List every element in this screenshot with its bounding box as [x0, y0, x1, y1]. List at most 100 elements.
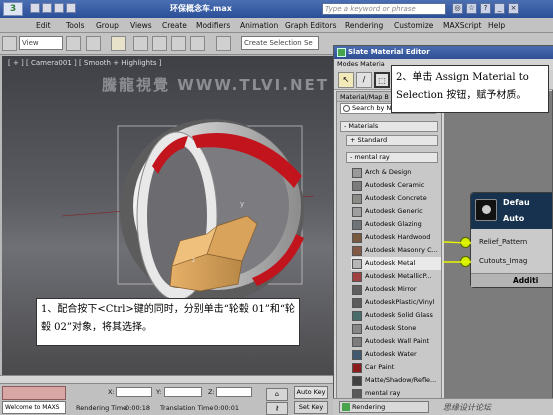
- material-item[interactable]: Autodesk Ceramic: [351, 179, 441, 192]
- menu-animation[interactable]: Animation: [240, 21, 278, 30]
- material-swatch-icon: [352, 363, 362, 373]
- close-icon[interactable]: ×: [508, 3, 519, 14]
- help-icon[interactable]: ?: [480, 3, 491, 14]
- search-input[interactable]: Type a keyword or phrase: [322, 3, 446, 15]
- material-item[interactable]: AutodeskPlastic/Vinyl: [351, 296, 441, 309]
- quick-access-toolbar: [30, 3, 90, 15]
- menu-create[interactable]: Create: [162, 21, 187, 30]
- set-key-button[interactable]: Set Key: [294, 401, 328, 414]
- assign-material-to-selection-button[interactable]: ⬚: [374, 72, 390, 88]
- standard-group[interactable]: + Standard: [346, 135, 438, 146]
- slate-app-icon: [337, 48, 346, 57]
- menu-rendering[interactable]: Rendering: [345, 21, 383, 30]
- material-item[interactable]: Autodesk Concrete: [351, 192, 441, 205]
- y-coordinate-label: Y:: [156, 388, 162, 396]
- material-swatch-icon: [352, 285, 362, 295]
- lock-icon[interactable]: ⌂: [266, 388, 288, 401]
- minimize-icon[interactable]: _: [494, 3, 505, 14]
- material-item[interactable]: Autodesk Stone: [351, 322, 441, 335]
- material-item[interactable]: Matte/Shadow/Refle...: [351, 374, 441, 387]
- menu-group[interactable]: Group: [96, 21, 119, 30]
- material-swatch-icon: [352, 311, 362, 321]
- material-swatch-icon: [352, 233, 362, 243]
- material-item[interactable]: Car Paint: [351, 361, 441, 374]
- material-item-label: Autodesk Wall Paint: [365, 337, 430, 345]
- node-wires: [443, 241, 472, 263]
- named-selection-set-input[interactable]: Create Selection Se: [241, 36, 319, 50]
- undo-button[interactable]: [2, 36, 17, 51]
- material-swatch-icon: [352, 168, 362, 178]
- material-item[interactable]: Autodesk Metal: [351, 257, 441, 270]
- z-coordinate-field[interactable]: [216, 387, 252, 397]
- material-item-label: Arch & Design: [365, 168, 412, 176]
- menu-maxscript[interactable]: MAXScript: [443, 21, 482, 30]
- maxscript-listener-box[interactable]: [2, 386, 66, 400]
- timeline-track[interactable]: [0, 376, 333, 384]
- angle-snap-button[interactable]: [152, 36, 167, 51]
- material-item[interactable]: Autodesk Water: [351, 348, 441, 361]
- spinner-snap-button[interactable]: [190, 36, 205, 51]
- material-item[interactable]: Autodesk Solid Glass: [351, 309, 441, 322]
- slate-title: Slate Material Editor: [348, 48, 430, 56]
- material-item[interactable]: Autodesk Mirror: [351, 283, 441, 296]
- material-item[interactable]: Autodesk Glazing: [351, 218, 441, 231]
- edit-named-selection-button[interactable]: [216, 36, 231, 51]
- material-swatch-icon: [352, 259, 362, 269]
- app-logo-icon[interactable]: 3: [3, 2, 23, 16]
- star-icon[interactable]: ☆: [466, 3, 477, 14]
- materials-section[interactable]: - Materials: [340, 121, 438, 132]
- pivot-button[interactable]: [66, 36, 81, 51]
- y-coordinate-field[interactable]: [164, 387, 202, 397]
- svg-text:y: y: [240, 200, 244, 208]
- material-item-label: Car Paint: [365, 363, 395, 371]
- material-map-browser: Material/Map B Search by Na - Materials …: [336, 91, 442, 415]
- material-item[interactable]: Autodesk Hardwood: [351, 231, 441, 244]
- x-coordinate-field[interactable]: [116, 387, 152, 397]
- select-move-button[interactable]: [111, 36, 126, 51]
- auto-key-button[interactable]: Auto Key: [294, 386, 328, 399]
- material-item[interactable]: Autodesk Masonry C...: [351, 244, 441, 257]
- select-object-button[interactable]: [86, 36, 101, 51]
- svg-text:z: z: [192, 257, 195, 264]
- material-item-label: Autodesk Masonry C...: [365, 246, 438, 254]
- material-item-label: Autodesk Stone: [365, 324, 417, 332]
- menu-customize[interactable]: Customize: [394, 21, 433, 30]
- material-item[interactable]: Autodesk MetallicP...: [351, 270, 441, 283]
- pick-material-button[interactable]: /: [356, 72, 372, 88]
- menu-views[interactable]: Views: [130, 21, 152, 30]
- menu-modifiers[interactable]: Modifiers: [196, 21, 230, 30]
- menu-edit[interactable]: Edit: [36, 21, 51, 30]
- undo-icon[interactable]: [66, 3, 76, 13]
- open-file-icon[interactable]: [42, 3, 52, 13]
- menu-graph-editors[interactable]: Graph Editors: [285, 21, 337, 30]
- binoculars-icon[interactable]: ◎: [452, 3, 463, 14]
- material-item-label: Autodesk Solid Glass: [365, 311, 433, 319]
- x-coordinate-label: X:: [108, 388, 115, 396]
- title-controls: ◎ ☆? _ ×: [452, 3, 550, 15]
- status-bar: Welcome to MAXS X: Y: Z: Rendering Time …: [0, 375, 333, 415]
- reference-coordinate-select[interactable]: View: [19, 36, 63, 50]
- material-item[interactable]: Arch & Design: [351, 166, 441, 179]
- material-item[interactable]: Autodesk Wall Paint: [351, 335, 441, 348]
- material-item-label: Autodesk Generic: [365, 207, 423, 215]
- rendering-time-value: 0:00:18: [125, 404, 151, 412]
- material-swatch-icon: [352, 350, 362, 360]
- rendering-task-button[interactable]: Rendering: [339, 401, 429, 413]
- material-item[interactable]: Autodesk Generic: [351, 205, 441, 218]
- welcome-message[interactable]: Welcome to MAXS: [2, 401, 66, 414]
- material-swatch-icon: [352, 272, 362, 282]
- menu-help[interactable]: Help: [488, 21, 505, 30]
- select-tool-button[interactable]: ↖: [338, 72, 354, 88]
- menu-tools[interactable]: Tools: [66, 21, 84, 30]
- menu-bar: Edit Tools Group Views Create Modifiers …: [0, 18, 553, 33]
- material-swatch-icon: [352, 246, 362, 256]
- new-file-icon[interactable]: [30, 3, 40, 13]
- mental-ray-group[interactable]: - mental ray: [346, 152, 438, 163]
- material-swatch-icon: [352, 337, 362, 347]
- material-swatch-icon: [352, 220, 362, 230]
- save-file-icon[interactable]: [54, 3, 64, 13]
- percent-snap-button[interactable]: [171, 36, 186, 51]
- camera-viewport[interactable]: [ + ] [ Camera001 ] [ Smooth + Highlight…: [2, 56, 337, 375]
- key-icon[interactable]: ⚷: [266, 402, 288, 415]
- snap-toggle-button[interactable]: [133, 36, 148, 51]
